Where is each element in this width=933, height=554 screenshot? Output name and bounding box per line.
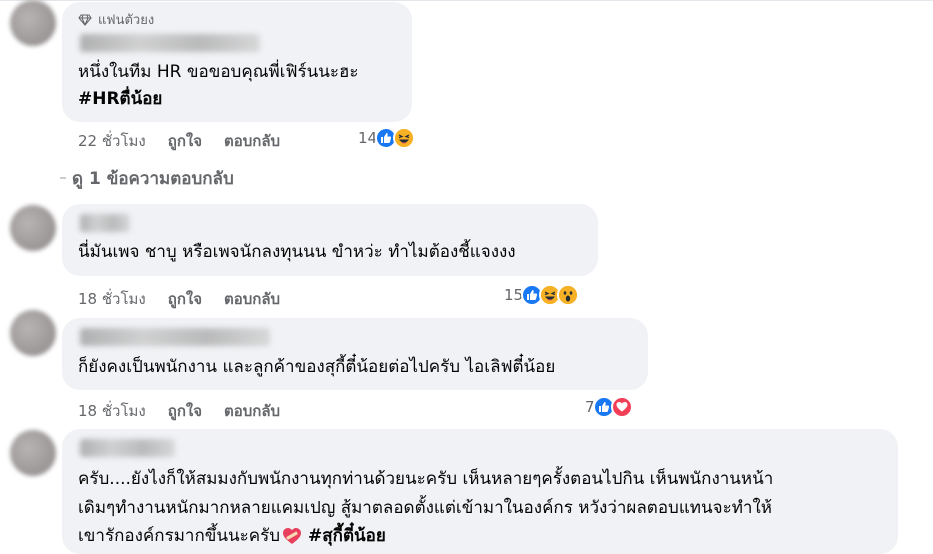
- commenter-name[interactable]: [80, 328, 270, 346]
- like-button[interactable]: ถูกใจ: [168, 399, 202, 423]
- avatar[interactable]: [10, 430, 56, 476]
- hashtag-link[interactable]: #HRตื่น้อย: [78, 85, 162, 113]
- comment-time[interactable]: 22 ชั่วโมง: [78, 129, 146, 153]
- commenter-name[interactable]: [80, 439, 175, 457]
- avatar[interactable]: [10, 205, 56, 251]
- comment-text: นี่มันเพจ ชาบู หรือเพจนักลงทุนนน ขำหว่ะ …: [78, 242, 516, 262]
- comment-text-line-3: เขารักองค์กรมากขึ้นนะครับ #สุกี้ตี๋น้อย: [78, 522, 386, 550]
- view-replies-link[interactable]: ดู 1 ข้อความตอบกลับ: [72, 165, 234, 192]
- hashtag-link[interactable]: #สุกี้ตี๋น้อย: [308, 522, 386, 550]
- comment-time[interactable]: 18 ชั่วโมง: [78, 399, 146, 423]
- comment-actions: 18 ชั่วโมง ถูกใจ ตอบกลับ: [78, 287, 280, 311]
- reply-button[interactable]: ตอบกลับ: [224, 287, 280, 311]
- comment-actions: 22 ชั่วโมง ถูกใจ ตอบกลับ: [78, 129, 280, 153]
- fan-badge-label: แฟนตัวยง: [98, 13, 155, 28]
- reply-button[interactable]: ตอบกลับ: [224, 129, 280, 153]
- comment-text: ก็ยังคงเป็นพนักงาน และลูกค้าของสุกี้ตี๋น…: [78, 357, 556, 377]
- comment-text-line-1: ครับ....ยังไงก็ให้สมมงกับพนักงานทุกท่านด…: [78, 469, 774, 489]
- comment-actions: 18 ชั่วโมง ถูกใจ ตอบกลับ: [78, 399, 280, 423]
- like-button[interactable]: ถูกใจ: [168, 129, 202, 153]
- wow-icon: [557, 284, 580, 306]
- reply-button[interactable]: ตอบกลับ: [224, 399, 280, 423]
- view-replies-label[interactable]: ดู 1 ข้อความตอบกลับ: [72, 165, 234, 192]
- like-button[interactable]: ถูกใจ: [168, 287, 202, 311]
- fan-badge: แฟนตัวยง: [78, 9, 154, 30]
- reaction-summary[interactable]: 7: [585, 396, 633, 418]
- avatar[interactable]: [10, 310, 56, 356]
- diamond-icon: [78, 13, 92, 26]
- commenter-name[interactable]: [80, 214, 130, 232]
- reaction-summary[interactable]: 15: [504, 284, 580, 306]
- avatar[interactable]: [10, 0, 56, 46]
- reaction-summary[interactable]: 14: [358, 127, 416, 149]
- love-icon: [610, 396, 633, 418]
- mending-heart-icon: [283, 528, 302, 544]
- comment-time[interactable]: 18 ชั่วโมง: [78, 287, 146, 311]
- commenter-name[interactable]: [80, 34, 260, 52]
- thread-line: [60, 177, 66, 179]
- comment-text-line-3-text: เขารักองค์กรมากขึ้นนะครับ: [78, 526, 281, 546]
- haha-icon: [393, 127, 416, 149]
- comment-text-line-2: เดิมๆทำงานหนักมากหลายแคมเปญ สู้มาตลอดตั้…: [78, 498, 772, 518]
- comment-text: หนึ่งในทีม HR ขอขอบคุณพี่เฟิร์นนะฮะ: [78, 62, 359, 82]
